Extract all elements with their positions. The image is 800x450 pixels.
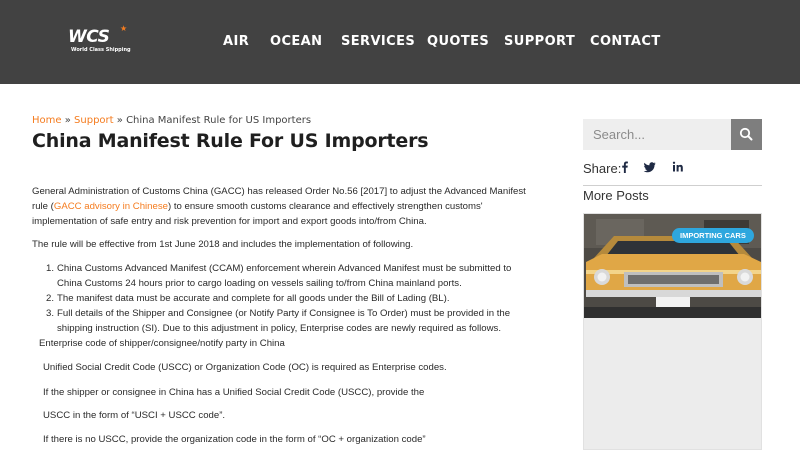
list-item: 3. Full details of the Shipper and Consi…: [46, 306, 532, 336]
more-posts-heading: More Posts: [583, 188, 649, 203]
share-label: Share:: [583, 161, 622, 176]
share-bar: Share:: [583, 160, 762, 186]
list-item: 2. The manifest data must be accurate an…: [46, 291, 532, 306]
post-card[interactable]: IMPORTING CARS: [583, 213, 762, 450]
page-title: China Manifest Rule For US Importers: [32, 130, 429, 152]
intro-paragraph: General Administration of Customs China …: [32, 184, 542, 229]
uscc-condition: If the shipper or consignee in China has…: [43, 387, 425, 398]
search-button[interactable]: [731, 119, 762, 150]
breadcrumb-separator: »: [64, 115, 71, 126]
list-item-number: 3.: [46, 308, 55, 319]
nav-contact[interactable]: CONTACT: [590, 34, 661, 49]
logo-star-icon: ★: [120, 24, 128, 33]
linkedin-icon[interactable]: [671, 160, 685, 174]
post-category-badge[interactable]: IMPORTING CARS: [672, 228, 754, 243]
enterprise-code-heading: Enterprise code of shipper/consignee/not…: [39, 338, 285, 349]
search-icon: [739, 127, 753, 141]
list-item-text: China Customs Advanced Manifest (CCAM) e…: [57, 263, 512, 289]
twitter-icon[interactable]: [643, 160, 657, 174]
list-item: 1. China Customs Advanced Manifest (CCAM…: [46, 261, 532, 291]
breadcrumb-home[interactable]: Home: [32, 115, 62, 126]
gacc-advisory-link[interactable]: GACC advisory in Chinese: [54, 201, 168, 212]
breadcrumb-current: China Manifest Rule for US Importers: [126, 115, 312, 126]
list-item-text: Full details of the Shipper and Consigne…: [57, 308, 511, 334]
breadcrumb-support[interactable]: Support: [74, 115, 114, 126]
search-box: [583, 119, 731, 150]
nav-support[interactable]: SUPPORT: [504, 34, 575, 49]
nav-services[interactable]: SERVICES: [341, 34, 415, 49]
list-item-text: The manifest data must be accurate and c…: [57, 293, 450, 304]
nav-ocean[interactable]: OCEAN: [270, 34, 322, 49]
list-item-number: 1.: [46, 263, 55, 274]
nav-quotes[interactable]: QUOTES: [427, 34, 489, 49]
breadcrumb: Home » Support » China Manifest Rule for…: [32, 115, 311, 126]
effective-paragraph: The rule will be effective from 1st June…: [32, 239, 414, 250]
oc-format: If there is no USCC, provide the organiz…: [43, 434, 426, 445]
nav-air[interactable]: AIR: [223, 34, 249, 49]
facebook-icon[interactable]: [618, 160, 632, 174]
list-item-number: 2.: [46, 293, 55, 304]
site-header: WCS ★ World Class Shipping AIR OCEAN SER…: [0, 0, 800, 84]
uscc-format: USCC in the form of “USCI + USCC code”.: [43, 410, 226, 421]
uscc-requirement: Unified Social Credit Code (USCC) or Org…: [43, 362, 447, 373]
breadcrumb-separator: »: [116, 115, 123, 126]
search-input[interactable]: [583, 119, 731, 150]
main-nav: AIR OCEAN SERVICES QUOTES SUPPORT CONTAC…: [0, 34, 800, 52]
